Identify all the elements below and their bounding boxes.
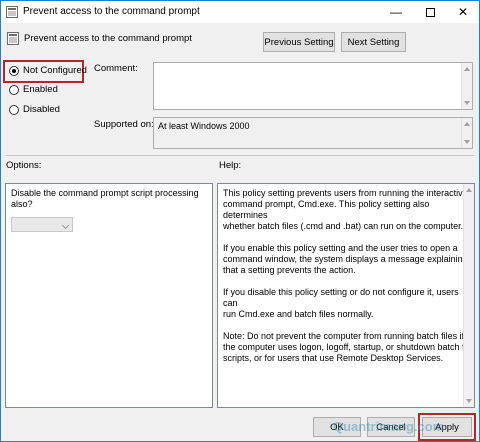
- help-text: This policy setting prevents users from …: [223, 188, 474, 375]
- scroll-up-icon[interactable]: [466, 188, 472, 192]
- close-button[interactable]: ✕: [448, 1, 478, 23]
- radio-not-configured[interactable]: Not Configured: [9, 65, 87, 76]
- help-scrollbar[interactable]: [463, 184, 474, 407]
- window-title: Prevent access to the command prompt: [23, 6, 200, 17]
- help-line: run Cmd.exe and batch files normally.: [223, 309, 374, 319]
- supported-scrollbar[interactable]: [461, 118, 472, 148]
- minimize-icon: —: [390, 5, 402, 19]
- supported-on-field: At least Windows 2000: [153, 117, 473, 149]
- help-line: command prompt, Cmd.exe. This policy set…: [223, 199, 430, 220]
- help-line: If you enable this policy setting and th…: [223, 243, 458, 253]
- maximize-button[interactable]: [415, 1, 445, 23]
- supported-on-label: Supported on:: [94, 119, 154, 130]
- help-paragraph: Note: Do not prevent the computer from r…: [223, 331, 474, 364]
- help-paragraph: If you disable this policy setting or do…: [223, 287, 474, 320]
- scroll-down-icon[interactable]: [464, 140, 470, 144]
- help-heading: Help:: [219, 160, 242, 171]
- help-line: This policy setting prevents users from …: [223, 188, 468, 198]
- scroll-up-icon[interactable]: [464, 122, 470, 126]
- help-pane: This policy setting prevents users from …: [217, 183, 475, 408]
- help-line: that a setting prevents the action.: [223, 265, 356, 275]
- chevron-down-icon: [61, 221, 70, 230]
- help-line: the computer uses logon, logoff, startup…: [223, 342, 474, 352]
- options-heading: Options:: [6, 160, 42, 171]
- policy-dialog-window: Prevent access to the command prompt — ✕…: [0, 0, 480, 442]
- help-line: scripts, or for users that use Remote De…: [223, 353, 444, 363]
- options-question: Disable the command prompt script proces…: [11, 188, 199, 210]
- help-line: command window, the system displays a me…: [223, 254, 468, 264]
- radio-label: Disabled: [23, 104, 60, 115]
- radio-disabled[interactable]: Disabled: [9, 104, 60, 115]
- scroll-down-icon[interactable]: [464, 101, 470, 105]
- watermark-text: Quantrimang.com: [333, 419, 445, 434]
- comment-label: Comment:: [94, 63, 138, 74]
- policy-icon: [6, 6, 18, 18]
- help-line: Note: Do not prevent the computer from r…: [223, 331, 465, 341]
- help-line: whether batch files (.cmd and .bat) can …: [223, 221, 464, 231]
- help-paragraph: This policy setting prevents users from …: [223, 188, 474, 232]
- radio-label: Not Configured: [23, 65, 87, 76]
- options-question-line: also?: [11, 199, 33, 209]
- script-processing-dropdown[interactable]: [11, 217, 73, 232]
- help-line: If you disable this policy setting or do…: [223, 287, 459, 308]
- radio-enabled[interactable]: Enabled: [9, 84, 58, 95]
- scroll-down-icon[interactable]: [466, 399, 472, 403]
- title-bar[interactable]: Prevent access to the command prompt — ✕: [1, 1, 479, 23]
- section-divider: [5, 155, 475, 156]
- policy-name: Prevent access to the command prompt: [24, 33, 192, 44]
- options-pane: Disable the command prompt script proces…: [5, 183, 213, 408]
- radio-label: Enabled: [23, 84, 58, 95]
- maximize-icon: [425, 7, 435, 17]
- radio-indicator-checked[interactable]: [9, 65, 19, 76]
- options-question-line: Disable the command prompt script proces…: [11, 188, 199, 198]
- scroll-up-icon[interactable]: [464, 67, 470, 71]
- comment-scrollbar[interactable]: [461, 63, 472, 109]
- policy-setting-icon: [7, 32, 19, 45]
- supported-on-value: At least Windows 2000: [158, 121, 250, 131]
- radio-indicator[interactable]: [9, 104, 19, 115]
- radio-indicator[interactable]: [9, 84, 19, 95]
- help-paragraph: If you enable this policy setting and th…: [223, 243, 474, 276]
- comment-textarea[interactable]: [153, 62, 473, 110]
- next-setting-button[interactable]: Next Setting: [341, 32, 406, 52]
- previous-setting-button[interactable]: Previous Setting: [263, 32, 335, 52]
- close-icon: ✕: [457, 5, 469, 19]
- minimize-button[interactable]: —: [381, 1, 411, 23]
